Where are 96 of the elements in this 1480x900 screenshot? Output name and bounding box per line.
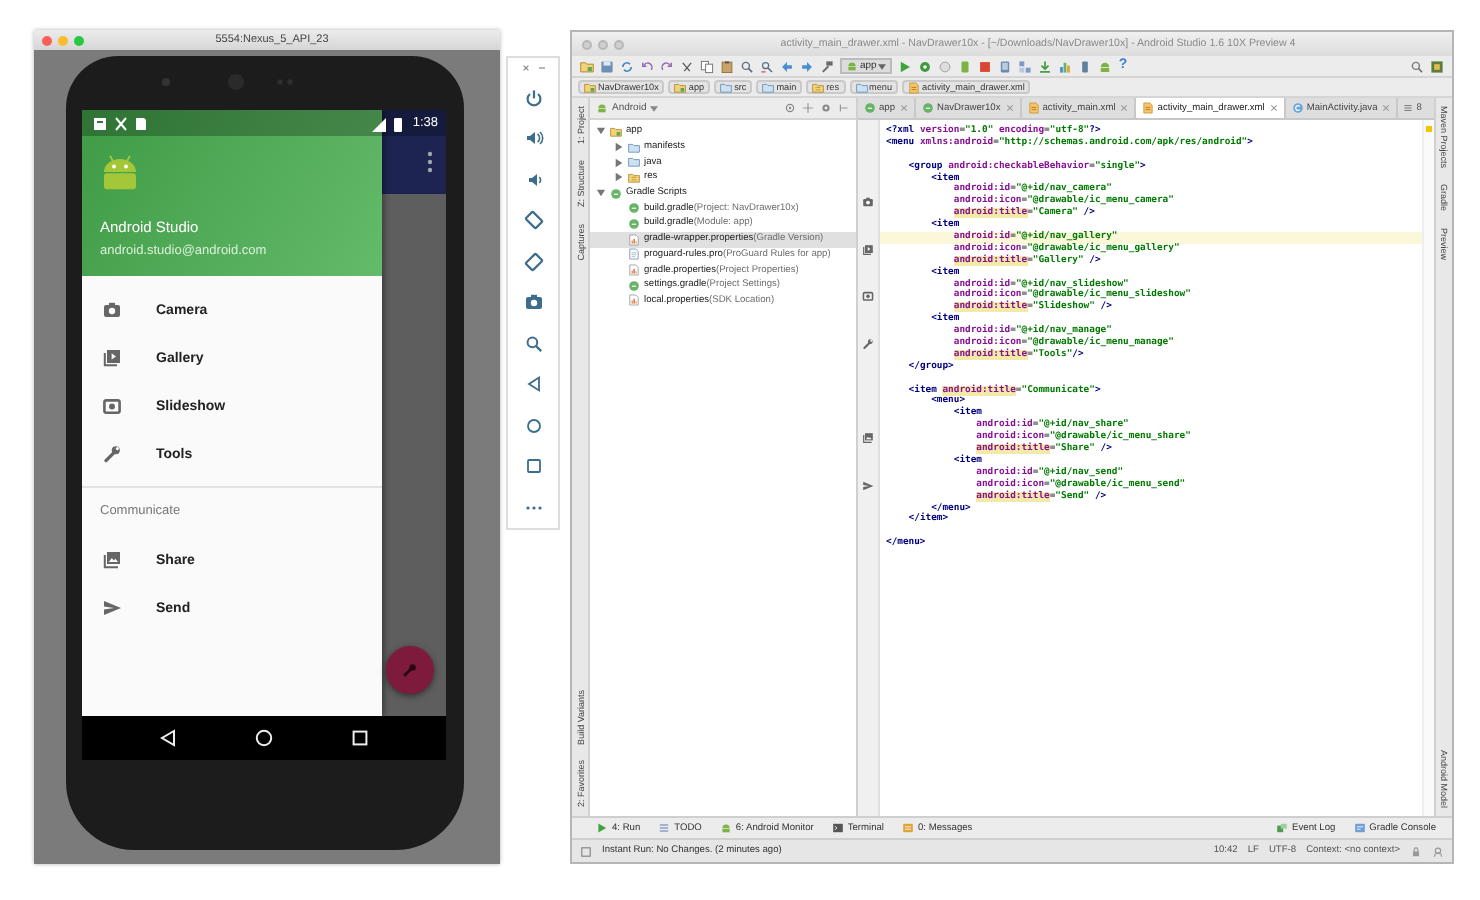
gear-icon[interactable] [820,102,832,114]
project-structure-icon[interactable] [1018,59,1033,73]
folder-icon [762,81,775,93]
android-icon [846,60,858,72]
camera-icon[interactable] [523,292,543,312]
image-stack-icon [102,550,122,570]
android-icon [719,822,732,834]
folder-icon [720,81,733,93]
class-file-icon [1291,102,1304,114]
search-icon[interactable] [740,59,754,73]
undo-icon[interactable] [640,59,654,73]
paper-plane-icon [102,598,122,618]
properties-file-icon [628,264,640,277]
console-icon [1353,822,1366,834]
xml-file-icon [1027,102,1040,114]
camera-outline-icon [102,396,122,416]
search-icon[interactable] [1410,59,1424,73]
panel-toggle-icon[interactable] [580,845,592,857]
forward-arrow-icon[interactable] [800,59,814,73]
camera-icon [102,300,122,320]
device-icon[interactable] [1078,59,1093,73]
caret-icon [650,105,659,111]
floating-action-button[interactable] [386,646,434,694]
chart-icon[interactable] [1058,59,1073,73]
build-icon[interactable] [820,59,834,73]
close-icon[interactable] [1269,104,1278,112]
caret-icon [878,63,887,69]
xml-file-icon [1142,102,1155,114]
checklist-icon [658,822,671,834]
module-folder-icon [584,81,596,93]
debug-icon[interactable] [918,59,933,73]
expand-arrow-icon[interactable] [596,188,606,199]
minimize-icon[interactable] [535,62,547,74]
close-icon[interactable] [1120,104,1129,112]
text-file-icon [628,248,640,261]
back-icon[interactable] [158,728,178,748]
lock-icon[interactable] [1410,845,1422,857]
expand-arrow-icon[interactable] [614,142,624,153]
resources-folder-icon [628,171,640,184]
android-icon [596,102,608,114]
properties-file-icon [628,233,640,246]
volume-up-icon[interactable] [523,128,543,148]
avd-manager-icon[interactable] [998,59,1013,73]
rotate-left-icon[interactable] [523,210,543,230]
gradle-file-icon [628,279,640,292]
find-replace-icon[interactable] [760,59,774,73]
gradle-file-icon [610,187,622,200]
play-icon [596,822,608,834]
photo-stack-icon [102,348,122,368]
open-folder-icon[interactable] [580,59,594,73]
expand-arrow-icon[interactable] [614,172,624,183]
close-icon[interactable] [519,62,531,74]
paste-icon[interactable] [720,59,734,73]
zoom-icon[interactable] [523,333,543,353]
close-button[interactable] [42,35,52,45]
gradle-file-icon [922,102,935,114]
android-robot-icon [100,154,140,190]
wrench-icon [102,444,122,464]
save-icon[interactable] [600,59,614,73]
inspector-icon[interactable] [1432,845,1444,857]
target-icon[interactable] [784,102,796,114]
event-icon[interactable] [1430,59,1444,73]
sdk-download-icon[interactable] [1038,59,1053,73]
sync-icon[interactable] [620,59,634,73]
message-list-icon [902,822,914,834]
wrench-icon [400,660,420,680]
expand-arrow-icon[interactable] [614,157,624,168]
properties-file-icon [628,294,640,307]
back-arrow-icon[interactable] [780,59,794,73]
close-icon[interactable] [1005,104,1014,112]
copy-icon[interactable] [700,59,714,73]
gradle-file-icon [864,102,876,114]
stop-icon[interactable] [978,59,993,73]
module-folder-icon [674,81,687,93]
resources-folder-icon [812,81,825,93]
overflow-menu-icon[interactable] [426,150,434,174]
xml-file-icon [908,81,921,93]
zoom-button[interactable] [74,35,84,45]
hide-panel-icon[interactable] [838,102,850,114]
android-icon[interactable] [1098,59,1113,73]
camera-outline-icon [862,290,874,303]
module-folder-icon [610,125,622,138]
power-icon[interactable] [523,87,543,107]
redo-icon[interactable] [660,59,674,73]
terminal-icon [831,822,844,834]
front-camera-icon [156,72,296,92]
list-icon [1402,102,1415,114]
folder-icon [855,81,868,93]
scissors-icon[interactable] [680,59,694,73]
paper-plane-icon [862,479,874,492]
rotate-right-icon[interactable] [523,251,543,271]
event-log-icon [1276,822,1289,834]
close-icon[interactable] [1382,104,1391,112]
close-icon[interactable] [900,104,909,112]
expand-arrow-icon[interactable] [596,126,606,137]
volume-down-icon[interactable] [523,169,543,189]
